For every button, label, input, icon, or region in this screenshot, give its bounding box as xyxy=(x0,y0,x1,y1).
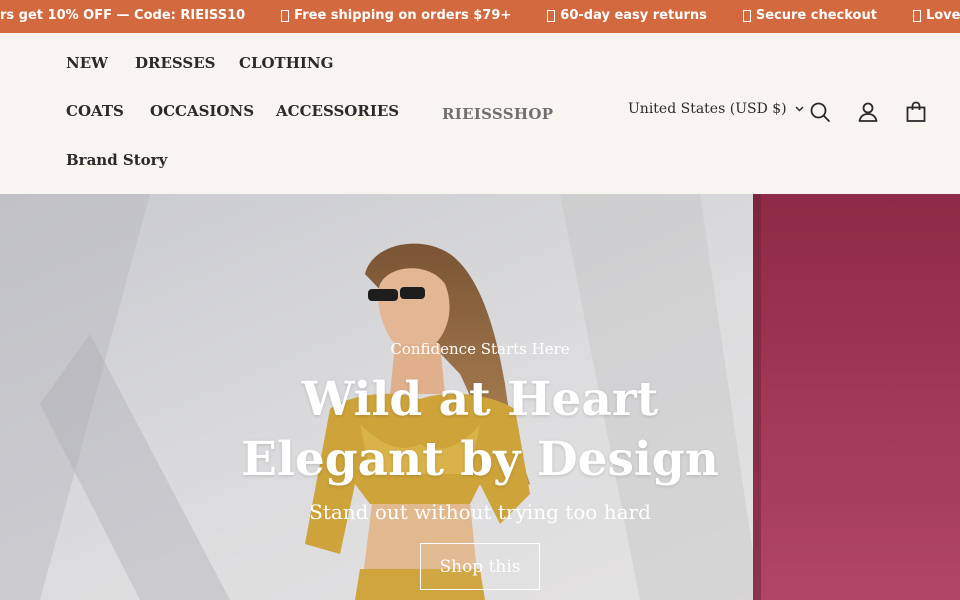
announcement-bar: comers get 10% OFF — Code: RIEISS10 Free… xyxy=(0,0,960,33)
announcement-item: 60-day easy returns xyxy=(547,8,707,23)
cart-icon[interactable] xyxy=(905,101,927,123)
account-icon[interactable] xyxy=(857,101,879,123)
announcement-text: comers get 10% OFF — Code: RIEISS10 xyxy=(0,8,246,23)
returns-icon xyxy=(547,9,556,22)
nav-occasions[interactable]: OCCASIONS xyxy=(150,102,254,120)
hero-eyebrow: Confidence Starts Here xyxy=(390,340,570,358)
nav-brand-story[interactable]: Brand Story xyxy=(66,151,167,169)
announcement-item: Loved by xyxy=(912,8,960,23)
shipping-icon xyxy=(281,9,290,22)
shop-this-button[interactable]: Shop this xyxy=(420,543,540,590)
site-header: NEW DRESSES CLOTHING COATS OCCASIONS ACC… xyxy=(0,33,960,194)
nav-dresses[interactable]: DRESSES xyxy=(135,54,216,72)
announcement-item: Secure checkout xyxy=(742,8,877,23)
hero-headline-line-2: Elegant by Design xyxy=(241,432,719,487)
nav-accessories[interactable]: ACCESSORIES xyxy=(276,102,399,120)
currency-label: United States (USD $) xyxy=(628,101,787,117)
lock-icon xyxy=(742,9,751,22)
heart-icon xyxy=(912,9,921,22)
site-logo[interactable]: RIEISSSHOP xyxy=(442,105,553,123)
hero-subline: Stand out without trying too hard xyxy=(309,500,651,524)
nav-clothing[interactable]: CLOTHING xyxy=(239,54,333,72)
announcement-text: Secure checkout xyxy=(755,8,877,23)
currency-selector[interactable]: United States (USD $) xyxy=(628,101,804,117)
nav-new[interactable]: NEW xyxy=(66,54,108,72)
announcement-item: comers get 10% OFF — Code: RIEISS10 xyxy=(0,8,245,23)
chevron-down-icon xyxy=(795,106,804,112)
announcement-text: Loved by xyxy=(925,8,960,23)
nav-coats[interactable]: COATS xyxy=(66,102,124,120)
search-icon[interactable] xyxy=(809,101,831,123)
hero-headline: Wild at Heart Elegant by Design xyxy=(0,370,960,490)
announcement-item: Free shipping on orders $79+ xyxy=(281,8,511,23)
announcement-text: Free shipping on orders $79+ xyxy=(294,8,512,23)
announcement-text: 60-day easy returns xyxy=(560,8,707,23)
hero-banner[interactable]: Confidence Starts Here Wild at Heart Ele… xyxy=(0,194,960,600)
hero-headline-line-1: Wild at Heart xyxy=(301,372,659,427)
announcement-track: comers get 10% OFF — Code: RIEISS10 Free… xyxy=(0,8,960,23)
